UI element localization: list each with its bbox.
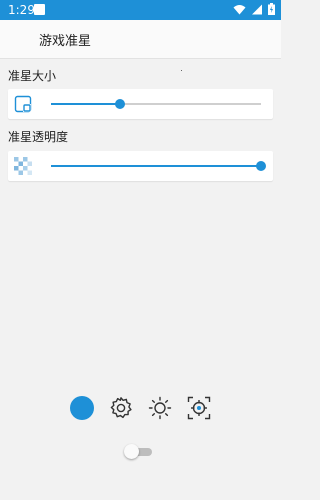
crosshair-icon bbox=[187, 396, 211, 420]
stray-dot bbox=[181, 70, 182, 71]
battery-icon bbox=[268, 3, 275, 15]
opacity-label: 准星透明度 bbox=[8, 130, 69, 144]
brightness-icon bbox=[148, 396, 172, 420]
size-slider-thumb[interactable] bbox=[115, 99, 126, 109]
bottom-toolbar bbox=[0, 396, 281, 422]
settings-button[interactable] bbox=[109, 396, 135, 422]
opacity-slider-fill bbox=[51, 165, 261, 167]
size-slider[interactable] bbox=[51, 99, 261, 109]
status-icons bbox=[233, 3, 275, 15]
page-title: 游戏准星 bbox=[39, 34, 92, 49]
size-icon bbox=[14, 95, 32, 113]
toggle-knob bbox=[124, 444, 139, 459]
transparency-icon bbox=[14, 157, 32, 175]
opacity-slider-thumb[interactable] bbox=[256, 161, 266, 171]
crosshair-button[interactable] bbox=[187, 396, 213, 422]
notification-square-icon bbox=[34, 4, 45, 15]
gear-icon bbox=[110, 397, 132, 419]
size-card bbox=[8, 89, 273, 119]
enable-toggle[interactable] bbox=[124, 444, 154, 460]
size-label: 准星大小 bbox=[8, 69, 57, 83]
status-time: 1:29 bbox=[8, 3, 35, 17]
app-bar: 游戏准星 bbox=[0, 20, 281, 59]
opacity-slider[interactable] bbox=[51, 161, 266, 171]
wifi-icon bbox=[233, 4, 246, 14]
brightness-button[interactable] bbox=[148, 396, 174, 422]
opacity-card bbox=[8, 151, 273, 181]
size-slider-fill bbox=[51, 103, 121, 105]
color-dot-icon bbox=[70, 396, 94, 420]
status-bar: 1:29 bbox=[0, 0, 281, 20]
signal-icon bbox=[252, 4, 262, 14]
color-picker-button[interactable] bbox=[70, 396, 96, 422]
